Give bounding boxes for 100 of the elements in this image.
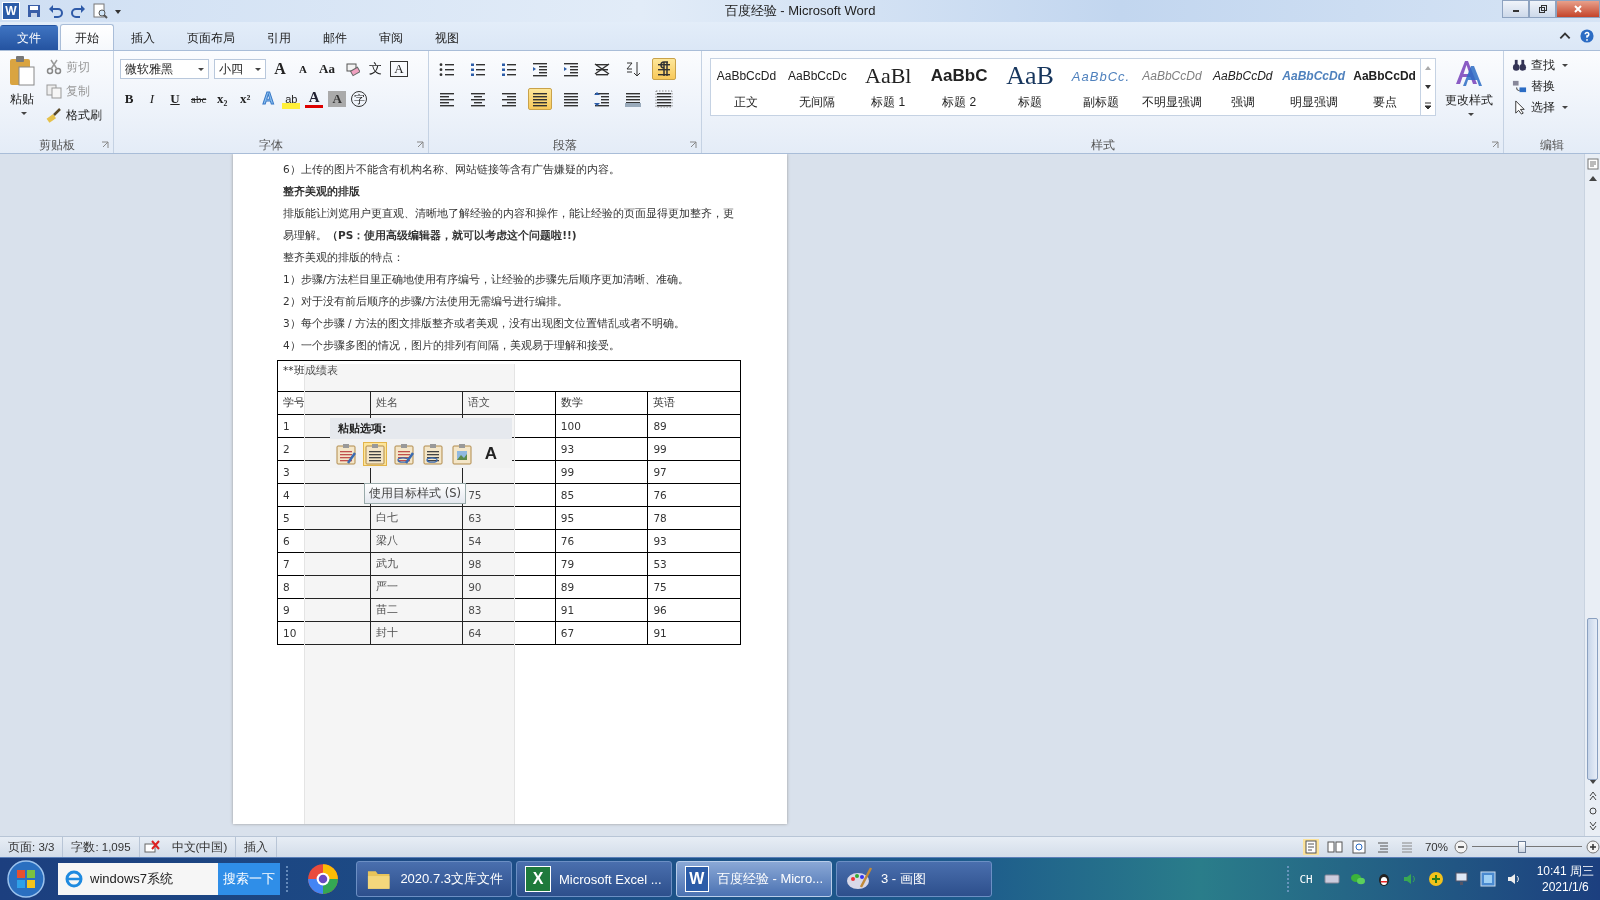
zoom-out-icon[interactable]	[1454, 840, 1468, 854]
dialog-launcher-icon[interactable]	[101, 141, 109, 149]
style-item[interactable]: AaBbC 标题 2	[923, 59, 995, 115]
table-cell: 100	[560, 420, 581, 432]
table-cell: 封十	[375, 626, 398, 638]
style-item[interactable]: AaBbCcDd 要点	[1349, 59, 1421, 115]
paragraph-mark-button[interactable]	[652, 58, 676, 80]
paste-option-button[interactable]	[363, 442, 387, 466]
style-item[interactable]: AaBbCcDd 正文	[711, 59, 782, 115]
caret-icon	[1562, 63, 1568, 67]
dialog-launcher-icon[interactable]	[1491, 141, 1499, 149]
column-header: 语文	[468, 396, 491, 408]
plus-icon[interactable]	[1427, 871, 1444, 887]
proofing-icon[interactable]	[143, 839, 160, 855]
clipboard-button[interactable]: 格式刷	[46, 105, 102, 125]
start-button[interactable]	[6, 859, 46, 899]
font-format-button[interactable]: A	[328, 91, 347, 107]
font-size-field[interactable]: 小四	[214, 59, 266, 79]
taskbar-button[interactable]: 3 - 画图	[836, 861, 992, 897]
table-cell: 梁八	[375, 534, 398, 546]
round-app-icon[interactable]	[306, 862, 340, 896]
app-logo: X	[525, 866, 551, 892]
network-icon[interactable]	[1453, 871, 1470, 887]
ribbon-tab[interactable]: 视图	[420, 25, 474, 50]
change-styles-button[interactable]: 更改样式	[1440, 58, 1498, 116]
ribbon-tab[interactable]: 引用	[252, 25, 306, 50]
search-field[interactable]: windows7系统	[58, 863, 218, 895]
editing-button[interactable]: 选择	[1512, 98, 1592, 116]
web-layout-icon[interactable]	[1350, 839, 1367, 855]
style-item[interactable]: AaBbCc. 副标题	[1065, 59, 1137, 115]
close-button[interactable]	[1556, 0, 1600, 18]
font-format-button[interactable]: A	[294, 59, 312, 79]
editing-button[interactable]: 替换	[1512, 77, 1592, 95]
table-cell: 78	[653, 512, 667, 524]
caret-icon	[20, 112, 27, 115]
font-name-field[interactable]: 微软雅黑	[120, 59, 209, 79]
ribbon-tab[interactable]: 页面布局	[172, 25, 250, 50]
zoom-slider[interactable]	[1472, 840, 1582, 854]
taskbar-button[interactable]: W 百度经验 - Micro...	[676, 861, 832, 897]
monitor-icon[interactable]	[1479, 871, 1496, 887]
table-cell: 98	[468, 558, 482, 570]
text-only-button[interactable]: A	[479, 442, 503, 466]
font-format-button[interactable]: A	[305, 90, 324, 108]
style-item[interactable]: AaBbCcDc 无间隔	[781, 59, 853, 115]
ribbon-tab[interactable]: 插入	[116, 25, 170, 50]
customize-caret-icon[interactable]	[114, 7, 122, 15]
font-format-button[interactable]: B	[120, 89, 138, 109]
dialog-launcher-icon[interactable]	[416, 141, 424, 149]
scroll-thumb[interactable]	[1587, 618, 1598, 780]
font-format-button[interactable]: Aa	[317, 59, 337, 79]
zoom-level[interactable]: 70%	[1418, 841, 1454, 853]
editing-button[interactable]: 查找	[1512, 56, 1592, 74]
dialog-launcher-icon[interactable]	[689, 141, 697, 149]
style-item[interactable]: AaBl 标题 1	[852, 59, 924, 115]
reading-layout-icon[interactable]	[1326, 839, 1343, 855]
style-item[interactable]: AaBbCcDd 强调	[1207, 59, 1279, 115]
restore-button[interactable]	[1529, 0, 1556, 18]
chat-icon[interactable]	[1349, 871, 1366, 887]
justify-button[interactable]	[528, 88, 552, 110]
font-format-button[interactable]: I	[143, 89, 161, 109]
browse-object-icon[interactable]	[1586, 805, 1599, 817]
font-format-button[interactable]: A	[271, 59, 289, 79]
style-item[interactable]: AaBbCcDd 明显强调	[1278, 59, 1350, 115]
slider-thumb[interactable]	[1517, 841, 1526, 853]
font-format-button[interactable]: abc	[189, 89, 209, 109]
paste-option-button[interactable]	[421, 442, 445, 466]
clock-time[interactable]: 10:41 周三	[1536, 863, 1594, 879]
help-icon[interactable]	[1580, 29, 1594, 43]
ribbon-tab[interactable]: 邮件	[308, 25, 362, 50]
font-format-button[interactable]: 文	[366, 59, 385, 79]
paragraph: 2）对于没有前后顺序的步骤/方法使用无需编号进行编排。	[283, 294, 570, 309]
taskbar-button[interactable]: X Microsoft Excel ...	[516, 861, 672, 897]
style-item[interactable]: AaB 标题	[994, 59, 1066, 115]
paste-option-button[interactable]	[392, 442, 416, 466]
keyboard-icon[interactable]	[1323, 871, 1340, 887]
print-layout-icon[interactable]	[1302, 839, 1319, 855]
ribbon-tab[interactable]: 文件	[0, 25, 58, 50]
clock-date[interactable]: 2021/1/6	[1541, 879, 1589, 895]
font-format-button[interactable]: A	[389, 61, 408, 77]
paste-button[interactable]: 粘贴	[4, 55, 40, 137]
ribbon-tab[interactable]: 审阅	[364, 25, 418, 50]
speaker-icon[interactable]	[1505, 871, 1522, 887]
font-format-button[interactable]: U	[166, 89, 184, 109]
vertical-scrollbar[interactable]	[1584, 154, 1600, 836]
font-format-button[interactable]: x₂	[213, 89, 232, 109]
taskbar-button[interactable]: 2020.7.3文库文件	[356, 861, 512, 897]
borders-button[interactable]	[652, 88, 676, 110]
redo-icon[interactable]	[70, 3, 86, 19]
paste-option-button[interactable]	[334, 442, 358, 466]
zoom-in-icon[interactable]	[1586, 840, 1600, 854]
language-indicator[interactable]: CH	[1299, 872, 1313, 886]
table-cell: 93	[653, 535, 667, 547]
save-icon[interactable]	[26, 3, 42, 19]
style-item[interactable]: AaBbCcDd 不明显强调	[1136, 59, 1208, 115]
minimize-button[interactable]	[1502, 0, 1529, 18]
font-format-button[interactable]: x²	[236, 89, 255, 109]
undo-icon[interactable]	[48, 3, 64, 19]
ribbon-tab[interactable]: 开始	[60, 24, 114, 51]
print-preview-icon[interactable]	[92, 3, 108, 19]
table-cell: 2	[283, 443, 290, 455]
